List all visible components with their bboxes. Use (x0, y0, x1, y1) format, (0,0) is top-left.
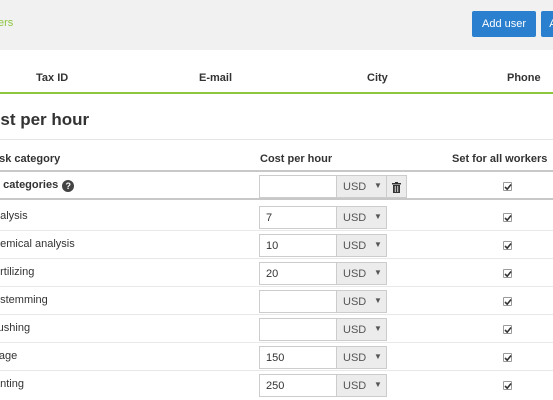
checkmark-icon (504, 354, 512, 362)
currency-select[interactable]: USD ▼ (337, 234, 387, 257)
cost-input[interactable] (259, 374, 337, 397)
column-city[interactable]: City (367, 72, 388, 84)
column-phone[interactable]: Phone (507, 72, 541, 84)
set-for-all-checkbox[interactable] (503, 381, 512, 390)
add-user-button[interactable]: Add user (472, 11, 536, 37)
category-row: rushing USD ▼ (0, 315, 553, 343)
set-for-all-checkbox[interactable] (503, 269, 512, 278)
caret-down-icon: ▼ (374, 324, 382, 333)
set-for-all-checkbox[interactable] (503, 213, 512, 222)
checkmark-icon (504, 382, 512, 390)
currency-value: USD (343, 380, 367, 392)
checkmark-icon (504, 326, 512, 334)
caret-down-icon: ▼ (374, 296, 382, 305)
category-row: nalysis USD ▼ (0, 203, 553, 231)
second-action-button[interactable]: Ad (541, 11, 553, 37)
currency-select[interactable]: USD ▼ (337, 262, 387, 285)
set-for-all-checkbox[interactable] (503, 297, 512, 306)
caret-down-icon: ▼ (374, 380, 382, 389)
currency-select[interactable]: USD ▼ (337, 318, 387, 341)
header-set-for-all: Set for all workers (452, 153, 548, 165)
caret-down-icon: ▼ (374, 181, 382, 190)
header-cost-per-hour: Cost per hour (260, 153, 333, 165)
all-categories-cost-input[interactable] (259, 175, 337, 198)
checkmark-icon (504, 270, 512, 278)
currency-value: USD (343, 212, 367, 224)
section-title: ost per hour (0, 110, 90, 129)
set-for-all-checkbox[interactable] (503, 182, 512, 191)
divider (0, 139, 553, 140)
set-for-all-checkbox[interactable] (503, 325, 512, 334)
column-email[interactable]: E-mail (199, 72, 232, 84)
cost-input[interactable] (259, 290, 337, 313)
currency-select[interactable]: USD ▼ (337, 374, 387, 397)
cost-input[interactable] (259, 262, 337, 285)
divider (0, 198, 553, 200)
breadcrumb[interactable]: ers (0, 17, 13, 29)
row-label: ll categories (0, 179, 59, 191)
trash-icon (392, 182, 401, 193)
header-task-category: ask category (0, 153, 61, 165)
delete-button[interactable] (387, 175, 407, 198)
category-row: anting USD ▼ (0, 371, 553, 399)
all-categories-row: ll categories? USD ▼ (0, 172, 553, 200)
cost-input[interactable] (259, 234, 337, 257)
cost-input[interactable] (259, 206, 337, 229)
category-row: hemical analysis USD ▼ (0, 231, 553, 259)
category-label: hemical analysis (0, 238, 75, 250)
category-label: nalysis (0, 210, 28, 222)
currency-select[interactable]: USD ▼ (337, 346, 387, 369)
checkmark-icon (504, 183, 512, 191)
all-categories-label: ll categories? (0, 179, 75, 192)
category-row: ertilizing USD ▼ (0, 259, 553, 287)
question-circle-icon[interactable]: ? (62, 180, 75, 192)
currency-value: USD (343, 296, 367, 308)
category-label: llage (0, 350, 18, 362)
cost-input[interactable] (259, 346, 337, 369)
currency-select[interactable]: USD ▼ (337, 175, 387, 198)
category-label: anting (0, 378, 24, 390)
caret-down-icon: ▼ (374, 240, 382, 249)
currency-value: USD (343, 181, 367, 193)
currency-value: USD (343, 352, 367, 364)
checkmark-icon (504, 214, 512, 222)
category-row: llage USD ▼ (0, 343, 553, 371)
cost-input[interactable] (259, 318, 337, 341)
category-row: estemming USD ▼ (0, 287, 553, 315)
currency-value: USD (343, 240, 367, 252)
set-for-all-checkbox[interactable] (503, 241, 512, 250)
checkmark-icon (504, 298, 512, 306)
column-tax-id[interactable]: Tax ID (36, 72, 68, 84)
currency-value: USD (343, 268, 367, 280)
category-label: rushing (0, 322, 31, 334)
currency-select[interactable]: USD ▼ (337, 206, 387, 229)
category-label: estemming (0, 294, 48, 306)
category-label: ertilizing (0, 266, 35, 278)
caret-down-icon: ▼ (374, 352, 382, 361)
currency-value: USD (343, 324, 367, 336)
checkmark-icon (504, 242, 512, 250)
top-bar: ers Add user Ad (0, 0, 553, 50)
users-table-header: Tax ID E-mail City Phone (0, 50, 553, 94)
caret-down-icon: ▼ (374, 212, 382, 221)
set-for-all-checkbox[interactable] (503, 353, 512, 362)
caret-down-icon: ▼ (374, 268, 382, 277)
currency-select[interactable]: USD ▼ (337, 290, 387, 313)
